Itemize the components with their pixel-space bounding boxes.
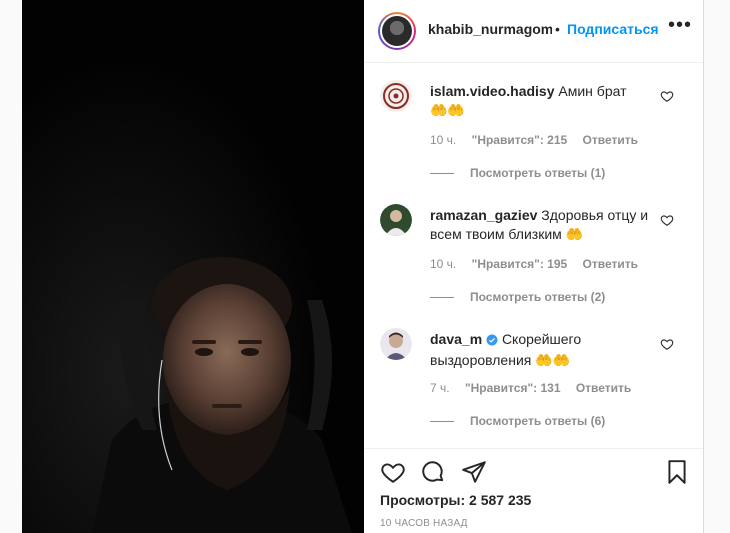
view-replies-button[interactable]: Посмотреть ответы (2) — [430, 290, 605, 304]
view-replies-button[interactable]: Посмотреть ответы (6) — [430, 414, 605, 428]
post-actions-bar — [364, 448, 703, 497]
comment-time: 10 ч. — [430, 133, 457, 147]
comment-emoji: 🤲 — [565, 226, 584, 242]
post-side-panel: khabib_nurmagomedov • Подписаться ••• is… — [364, 0, 704, 533]
comment-time: 7 ч. — [430, 381, 450, 395]
background-strip — [0, 0, 23, 533]
bookmark-icon[interactable] — [664, 459, 690, 490]
comment-emoji: 🤲🤲 — [430, 102, 465, 118]
like-heart-icon[interactable] — [660, 337, 674, 356]
comment-body: Амин брат — [558, 83, 627, 99]
more-options-icon[interactable]: ••• — [668, 14, 692, 37]
author-username[interactable]: khabib_nurmagomedov — [428, 21, 552, 37]
verified-badge-icon — [486, 332, 498, 351]
view-replies-button[interactable]: Посмотреть ответы (1) — [430, 166, 605, 180]
separator-dot: • — [555, 21, 560, 37]
reply-button[interactable]: Ответить — [583, 257, 638, 271]
comment-time: 10 ч. — [430, 257, 457, 271]
comment-username[interactable]: dava_m — [430, 331, 482, 347]
comment-meta: 10 ч. "Нравится": 195 Ответить — [430, 257, 650, 271]
reply-button[interactable]: Ответить — [576, 381, 631, 395]
commenter-avatar[interactable] — [380, 204, 412, 236]
background-strip — [704, 0, 730, 533]
comment-text: dava_m Скорейшего выздоровления 🤲🤲 — [430, 330, 660, 370]
like-heart-icon[interactable] — [380, 459, 406, 490]
comment-username[interactable]: ramazan_gaziev — [430, 207, 537, 223]
post-header: khabib_nurmagomedov • Подписаться ••• — [364, 0, 703, 63]
commenter-avatar[interactable] — [380, 328, 412, 360]
like-heart-icon[interactable] — [660, 213, 674, 232]
video-frame-image — [22, 0, 364, 533]
post-video[interactable] — [22, 0, 364, 533]
comment-text: ramazan_gaziev Здоровья отцу и всем твои… — [430, 206, 660, 244]
views-count[interactable]: Просмотры: 2 587 235 — [380, 492, 531, 508]
share-icon[interactable] — [461, 459, 487, 490]
comment-likes[interactable]: "Нравится": 215 — [472, 133, 568, 147]
post-timestamp[interactable]: 10 ЧАСОВ НАЗАД — [380, 518, 468, 529]
commenter-avatar[interactable] — [380, 80, 412, 112]
follow-button[interactable]: Подписаться — [567, 21, 659, 37]
author-avatar[interactable] — [378, 12, 416, 50]
comment-likes[interactable]: "Нравится": 131 — [465, 381, 561, 395]
comment-text: islam.video.hadisy Амин брат 🤲🤲 — [430, 82, 660, 120]
instagram-post-modal: khabib_nurmagomedov • Подписаться ••• is… — [0, 0, 730, 533]
comment-emoji: 🤲🤲 — [535, 352, 571, 368]
comment-likes[interactable]: "Нравится": 195 — [472, 257, 568, 271]
comment-meta: 7 ч. "Нравится": 131 Ответить — [430, 381, 643, 395]
comment-icon[interactable] — [420, 459, 446, 490]
comment-meta: 10 ч. "Нравится": 215 Ответить — [430, 133, 650, 147]
like-heart-icon[interactable] — [660, 89, 674, 108]
comment-username[interactable]: islam.video.hadisy — [430, 83, 555, 99]
reply-button[interactable]: Ответить — [583, 133, 638, 147]
